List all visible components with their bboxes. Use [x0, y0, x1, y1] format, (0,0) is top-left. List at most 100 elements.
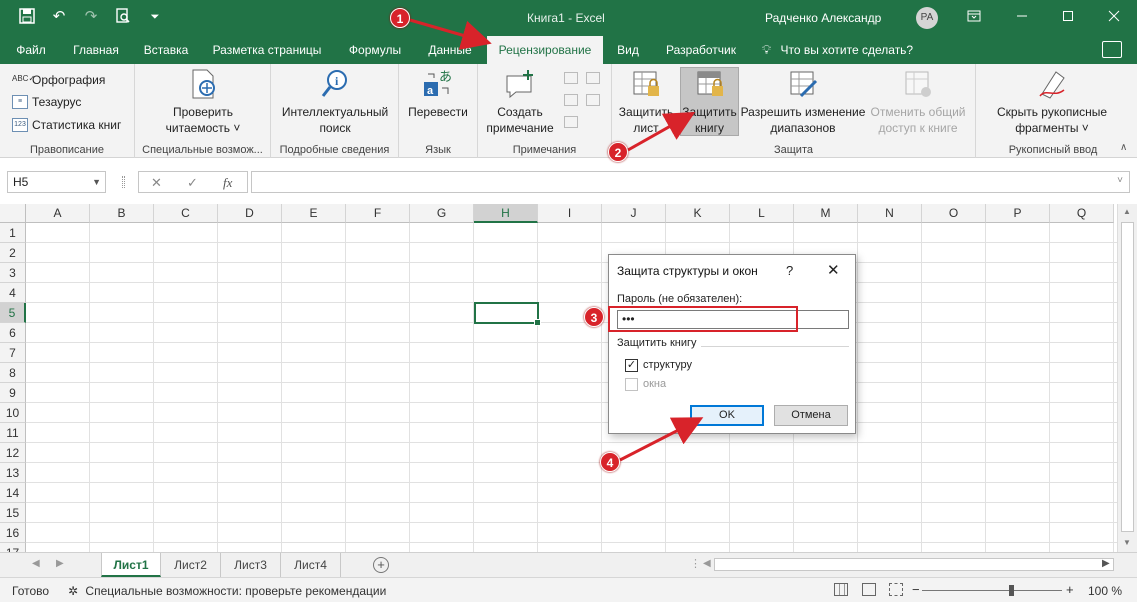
sheet-tab-1[interactable]: Лист1 [101, 553, 161, 577]
page-layout-view-icon[interactable] [862, 583, 876, 596]
row-header[interactable]: 6 [0, 323, 26, 343]
close-icon[interactable] [1104, 8, 1124, 26]
column-header[interactable]: C [154, 204, 218, 223]
page-break-view-icon[interactable] [889, 583, 903, 596]
column-header[interactable]: E [282, 204, 346, 223]
column-header[interactable]: N [858, 204, 922, 223]
zoom-out-button[interactable]: − [912, 582, 920, 597]
tab-insert[interactable]: Вставка [136, 36, 196, 64]
scroll-down-icon[interactable]: ▼ [1123, 538, 1131, 547]
zoom-level[interactable]: 100 % [1088, 584, 1122, 598]
column-header[interactable]: B [90, 204, 154, 223]
row-header[interactable]: 3 [0, 263, 26, 283]
column-header[interactable]: O [922, 204, 986, 223]
insert-function-icon[interactable]: fx [223, 175, 232, 191]
comment-icon[interactable] [1102, 41, 1122, 58]
row-header[interactable]: 4 [0, 283, 26, 303]
formula-input[interactable]: ˅ [251, 171, 1130, 193]
formula-bar-grip[interactable] [122, 176, 125, 188]
sheet-next-icon[interactable]: ▶ [56, 558, 64, 569]
row-header[interactable]: 8 [0, 363, 26, 383]
tab-view[interactable]: Вид [610, 36, 646, 64]
password-input[interactable]: ••• [617, 310, 849, 329]
help-icon[interactable]: ? [786, 263, 793, 278]
collapse-ribbon-icon[interactable]: ∧ [1120, 142, 1127, 153]
normal-view-icon[interactable] [834, 583, 848, 596]
row-header[interactable]: 12 [0, 443, 26, 463]
dialog-close-icon[interactable]: ✕ [827, 261, 840, 279]
accessibility-status[interactable]: ✲ Специальные возможности: проверьте рек… [68, 584, 386, 598]
cancel-button[interactable]: Отмена [774, 405, 848, 426]
column-header[interactable]: G [410, 204, 474, 223]
chevron-down-icon[interactable]: ▼ [92, 172, 101, 192]
scroll-left-icon[interactable]: ◀ [703, 558, 711, 569]
row-header[interactable]: 9 [0, 383, 26, 403]
row-header[interactable]: 7 [0, 343, 26, 363]
row-header[interactable]: 2 [0, 243, 26, 263]
windows-checkbox[interactable] [625, 378, 638, 391]
tab-split-handle[interactable]: ⋮ [690, 557, 701, 570]
select-all-corner[interactable] [0, 204, 26, 223]
protect-sheet-button[interactable]: Защитить лист [616, 68, 676, 136]
column-header[interactable]: M [794, 204, 858, 223]
column-header[interactable]: I [538, 204, 602, 223]
column-header[interactable]: K [666, 204, 730, 223]
scroll-right-icon[interactable]: ▶ [1102, 558, 1110, 569]
save-icon[interactable] [18, 8, 36, 26]
structure-checkbox[interactable]: ✓ [625, 359, 638, 372]
smart-lookup-button[interactable]: i Интеллектуальный поиск [277, 68, 393, 136]
row-header[interactable]: 17 [0, 543, 26, 552]
print-preview-icon[interactable] [114, 8, 132, 26]
sheet-tab-4[interactable]: Лист4 [281, 553, 341, 577]
enter-icon[interactable]: ✓ [187, 175, 198, 191]
name-box[interactable]: H5 ▼ [7, 171, 106, 193]
workbook-stats-button[interactable]: 123 Статистика книг [12, 115, 121, 135]
sheet-tab-2[interactable]: Лист2 [161, 553, 221, 577]
scroll-up-icon[interactable]: ▲ [1123, 207, 1131, 216]
tab-file[interactable]: Файл [6, 36, 56, 64]
tab-developer[interactable]: Разработчик [656, 36, 746, 64]
column-header[interactable]: P [986, 204, 1050, 223]
selected-cell[interactable] [474, 302, 541, 326]
row-header[interactable]: 11 [0, 423, 26, 443]
tab-home[interactable]: Главная [62, 36, 130, 64]
column-header[interactable]: Q [1050, 204, 1114, 223]
row-header[interactable]: 1 [0, 223, 26, 243]
column-header[interactable]: A [26, 204, 90, 223]
tab-review[interactable]: Рецензирование [487, 36, 603, 64]
ribbon-display-options-icon[interactable] [964, 8, 984, 26]
check-accessibility-button[interactable]: Проверить читаемость ˅ [155, 68, 251, 136]
zoom-slider-thumb[interactable] [1009, 585, 1014, 596]
row-header[interactable]: 16 [0, 523, 26, 543]
worksheet-grid[interactable]: ABCDEFGHIJKLMNOPQ 1 2 3 4 5 6 7 8 9 10 11 12 13 14 15 1… [0, 204, 1117, 552]
tab-formulas[interactable]: Формулы [338, 36, 412, 64]
row-header[interactable]: 13 [0, 463, 26, 483]
add-sheet-icon[interactable]: + [373, 557, 389, 573]
column-header[interactable]: D [218, 204, 282, 223]
ok-button[interactable]: OK [690, 405, 764, 426]
translate-button[interactable]: aあ Перевести [405, 68, 471, 120]
avatar[interactable]: РА [916, 7, 938, 29]
new-comment-button[interactable]: Создать примечание [482, 68, 558, 136]
column-header[interactable]: F [346, 204, 410, 223]
column-header[interactable]: H [474, 204, 538, 223]
row-header[interactable]: 5 [0, 303, 26, 323]
redo-icon[interactable]: ↷ [82, 8, 100, 26]
vertical-scroll-thumb[interactable] [1121, 222, 1134, 532]
sheet-tab-3[interactable]: Лист3 [221, 553, 281, 577]
column-header[interactable]: L [730, 204, 794, 223]
column-header[interactable]: J [602, 204, 666, 223]
cancel-icon[interactable]: ✕ [151, 175, 162, 191]
tab-data[interactable]: Данные [420, 36, 480, 64]
spelling-button[interactable]: ABC✓ Орфография [12, 70, 105, 90]
tab-page-layout[interactable]: Разметка страницы [204, 36, 330, 64]
customize-qat-icon[interactable]: ⏷ [146, 8, 164, 26]
horizontal-scrollbar[interactable] [714, 558, 1114, 571]
tell-me-search[interactable]: 💡︎ Что вы хотите сделать? [762, 42, 913, 58]
allow-edit-ranges-button[interactable]: Разрешить изменение диапазонов [738, 68, 868, 136]
zoom-slider-track[interactable] [922, 590, 1062, 591]
row-header[interactable]: 15 [0, 503, 26, 523]
unshare-workbook-button[interactable]: Отменить общий доступ к книге [866, 68, 970, 136]
protect-workbook-button[interactable]: Защитить книгу [680, 67, 739, 136]
minimize-icon[interactable] [1012, 8, 1032, 26]
